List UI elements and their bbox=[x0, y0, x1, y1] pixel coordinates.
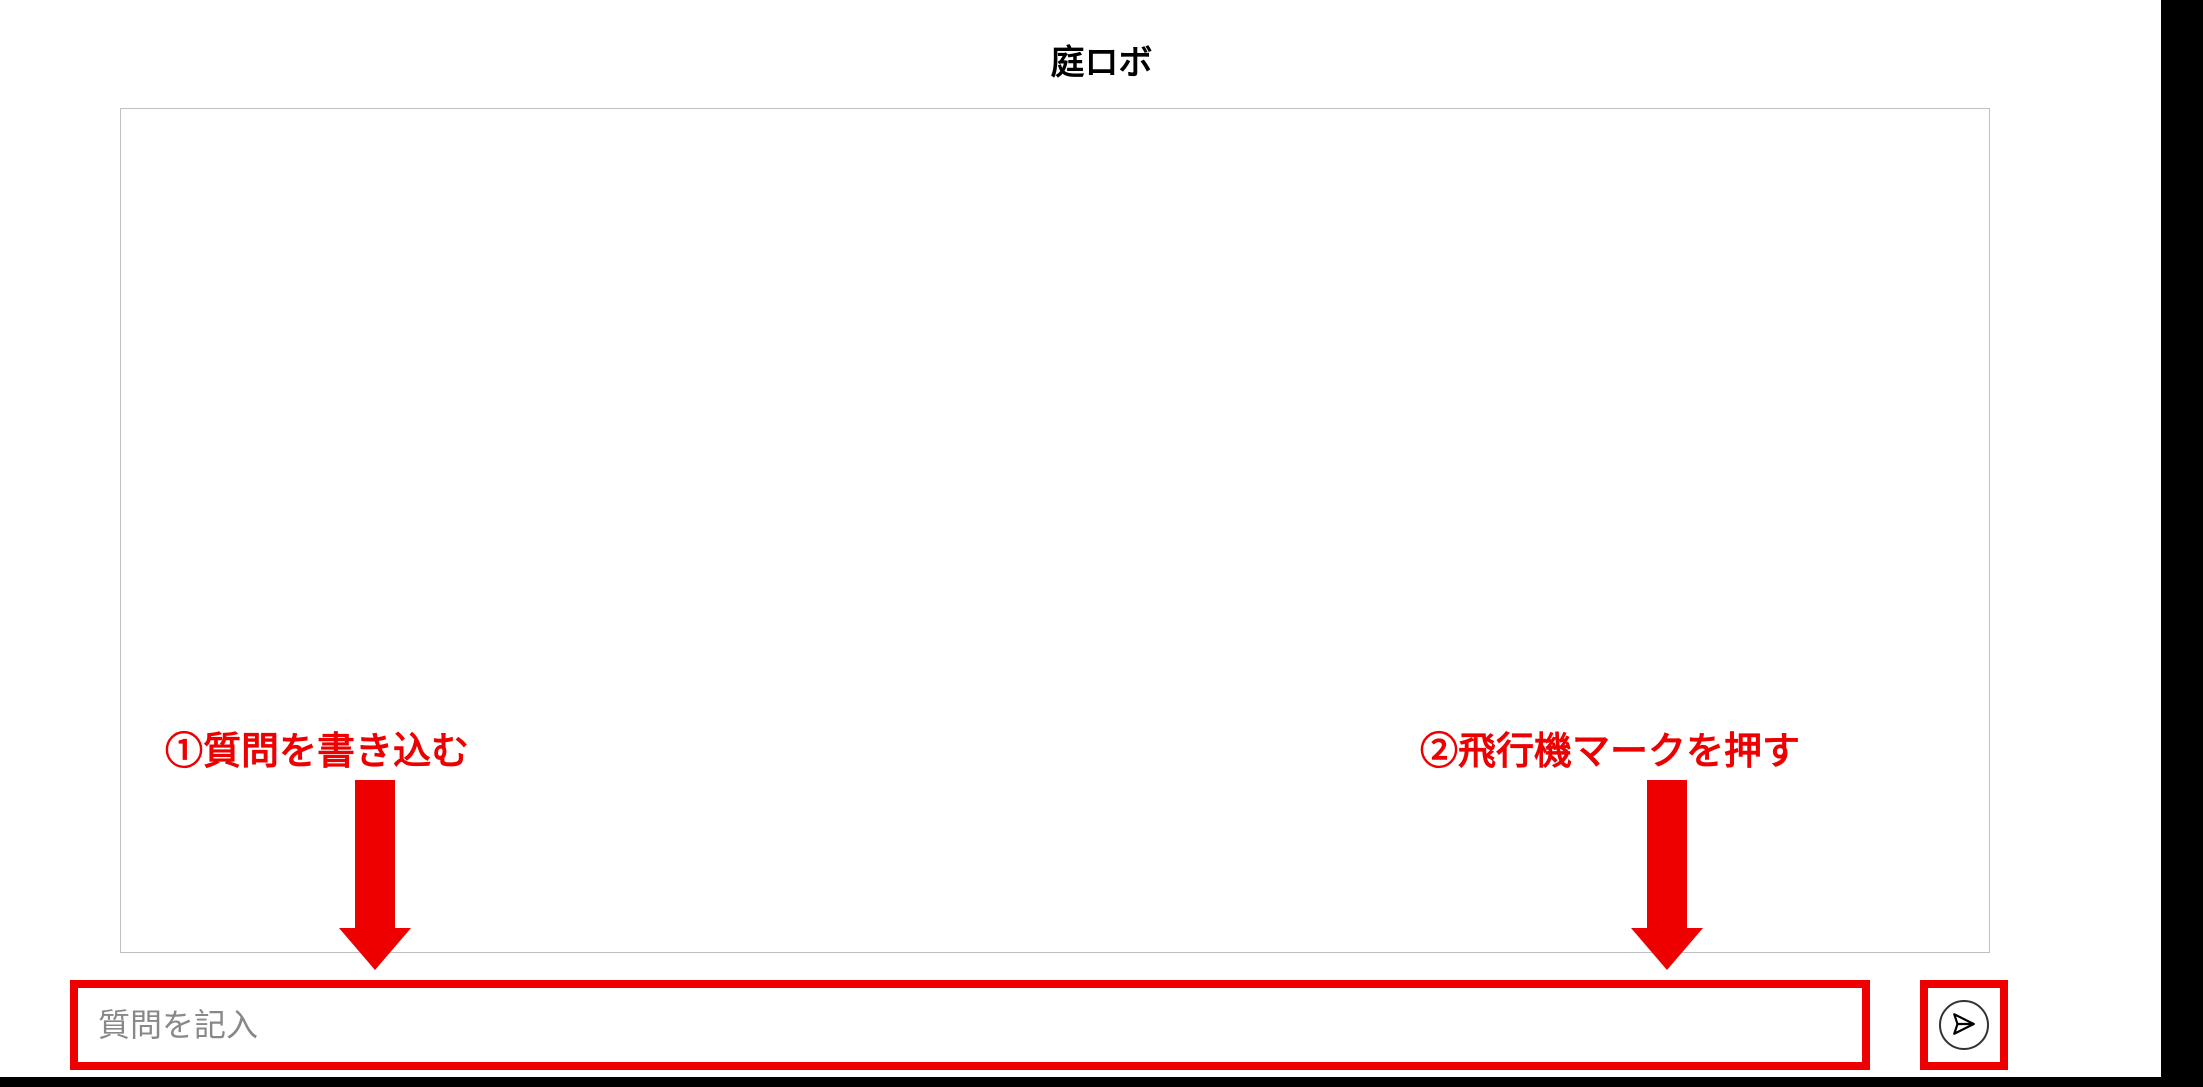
window-edge-bottom bbox=[0, 1077, 2203, 1087]
paper-plane-icon bbox=[1951, 1011, 1977, 1040]
app-container: 庭ロボ ①質問を書き込む ②飛行機マークを押す bbox=[0, 0, 2203, 1087]
send-button[interactable] bbox=[1939, 1000, 1989, 1050]
question-input[interactable] bbox=[98, 1007, 1842, 1044]
send-highlight-box bbox=[1920, 980, 2008, 1070]
window-edge-right bbox=[2161, 0, 2203, 1087]
arrow-down-icon bbox=[348, 780, 402, 970]
arrow-down-icon bbox=[1640, 780, 1694, 970]
annotation-step-2: ②飛行機マークを押す bbox=[1420, 720, 1800, 775]
annotation-step-1: ①質問を書き込む bbox=[165, 720, 469, 775]
input-highlight-box bbox=[70, 980, 1870, 1070]
page-title: 庭ロボ bbox=[0, 35, 2203, 84]
